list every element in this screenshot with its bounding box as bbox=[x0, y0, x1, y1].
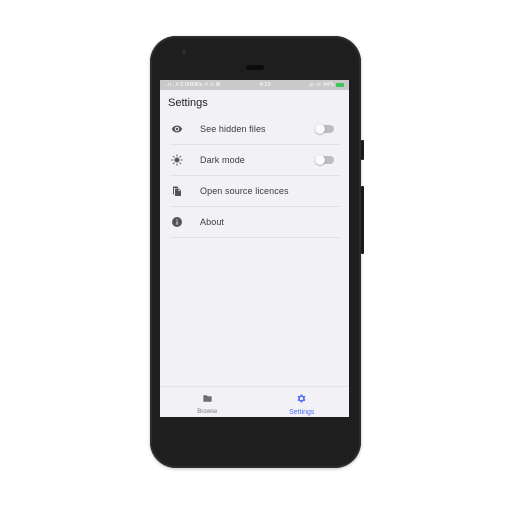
nav-settings[interactable]: Settings bbox=[255, 387, 350, 417]
setting-row-licences[interactable]: Open source licences bbox=[170, 176, 340, 207]
nav-label-settings: Settings bbox=[289, 408, 315, 416]
settings-list: See hidden files Dark mode Open source l… bbox=[170, 114, 340, 238]
setting-label: About bbox=[200, 217, 225, 227]
toggle-knob bbox=[315, 155, 325, 165]
status-right-text: ◎ ◁ᵒ 94% bbox=[309, 82, 334, 88]
earpiece-speaker bbox=[246, 65, 264, 70]
setting-row-hidden-files[interactable]: See hidden files bbox=[170, 114, 340, 145]
page-title: Settings bbox=[168, 97, 208, 109]
battery-icon bbox=[335, 83, 344, 87]
app-screen: ..ıl ..ıl 0.00KB/s ☼ ⊙ ⌘ 4:23 ◎ ◁ᵒ 94% S… bbox=[160, 80, 349, 417]
file-copy-icon bbox=[170, 184, 184, 198]
phone-frame: ..ıl ..ıl 0.00KB/s ☼ ⊙ ⌘ 4:23 ◎ ◁ᵒ 94% S… bbox=[150, 36, 364, 468]
folder-icon bbox=[202, 389, 213, 408]
nav-browse[interactable]: Browse bbox=[160, 387, 255, 417]
status-left-indicators: ..ıl ..ıl 0.00KB/s ☼ ⊙ ⌘ bbox=[165, 82, 221, 88]
status-bar: ..ıl ..ıl 0.00KB/s ☼ ⊙ ⌘ 4:23 ◎ ◁ᵒ 94% bbox=[160, 80, 349, 90]
info-icon bbox=[170, 215, 184, 229]
status-right-indicators: ◎ ◁ᵒ 94% bbox=[309, 82, 344, 88]
status-time: 4:23 bbox=[259, 82, 271, 88]
eye-icon bbox=[170, 122, 184, 136]
volume-buttons bbox=[361, 186, 364, 254]
setting-label: Dark mode bbox=[200, 155, 245, 165]
bottom-navigation: Browse Settings bbox=[160, 386, 349, 417]
setting-label: See hidden files bbox=[200, 124, 266, 134]
front-camera bbox=[182, 50, 186, 54]
toggle-knob bbox=[315, 124, 325, 134]
nav-label-browse: Browse bbox=[197, 409, 218, 415]
setting-label: Open source licences bbox=[200, 186, 289, 196]
brightness-icon bbox=[170, 153, 184, 167]
setting-row-dark-mode[interactable]: Dark mode bbox=[170, 145, 340, 176]
dark-mode-toggle[interactable] bbox=[315, 155, 334, 165]
power-button bbox=[361, 140, 364, 160]
hidden-files-toggle[interactable] bbox=[315, 124, 334, 134]
setting-row-about[interactable]: About bbox=[170, 207, 340, 238]
gear-icon bbox=[296, 389, 307, 408]
